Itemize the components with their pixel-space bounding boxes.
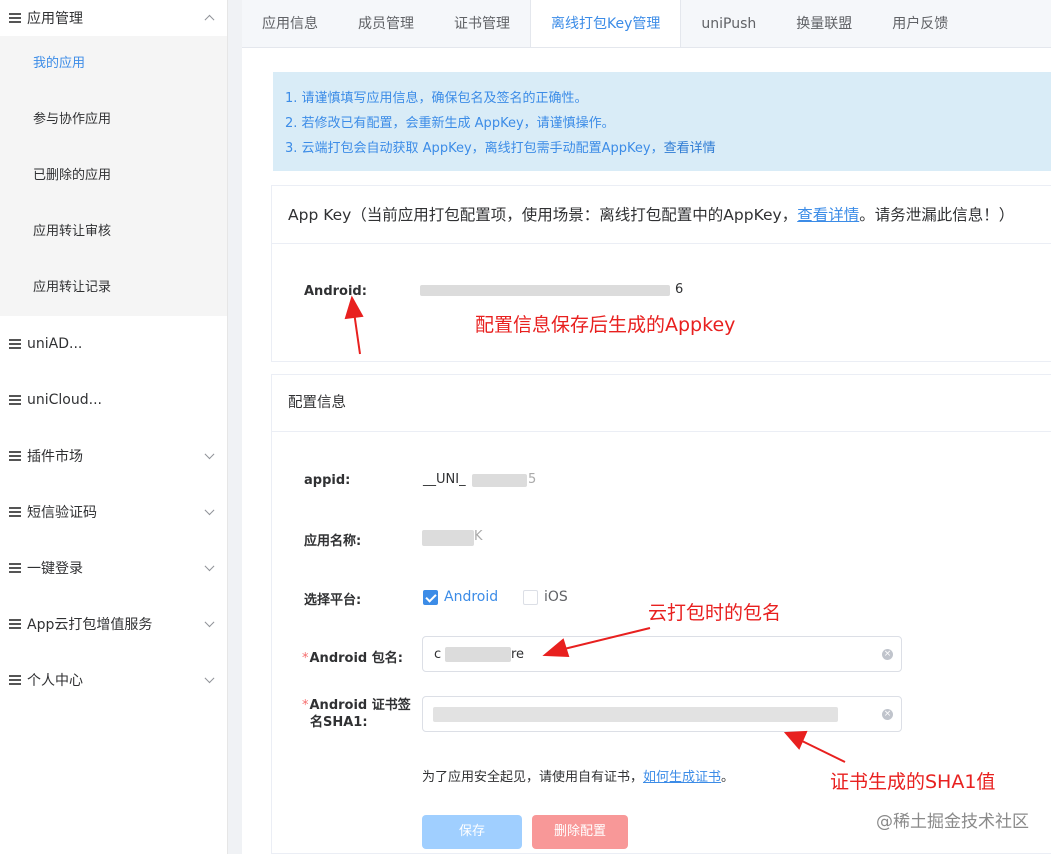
android-checkbox-label: Android: [444, 589, 499, 605]
notice-box: 1. 请谨慎填写应用信息，确保包名及签名的正确性。 2. 若修改已有配置，会重新…: [273, 72, 1051, 171]
config-card-header: 配置信息: [272, 375, 1051, 432]
menu-label: 插件市场: [27, 449, 83, 465]
tab-certificates[interactable]: 证书管理: [434, 0, 530, 47]
save-button[interactable]: 保存: [422, 815, 522, 849]
notice-line: 1. 请谨慎填写应用信息，确保包名及签名的正确性。: [285, 91, 588, 106]
chevron-down-icon: [204, 617, 215, 628]
sidebar-item-deleted-apps[interactable]: 已删除的应用: [0, 148, 227, 204]
sidebar-item-my-apps[interactable]: 我的应用: [0, 36, 227, 92]
menu-label: App云打包增值服务: [27, 617, 153, 633]
notice-line: 2. 若修改已有配置，会重新生成 AppKey，请谨慎操作。: [285, 116, 615, 131]
redacted-appid: [472, 474, 527, 487]
required-mark: *: [302, 698, 309, 713]
appid-label: appid:: [304, 473, 351, 488]
menu-label: 个人中心: [27, 673, 83, 689]
menu-icon: [9, 11, 21, 26]
how-to-generate-cert-link[interactable]: 如何生成证书: [643, 770, 721, 785]
annotation-sha1: 证书生成的SHA1值: [830, 771, 996, 793]
menu-icon: [9, 393, 21, 408]
menu-uniad[interactable]: uniAD...: [0, 316, 227, 372]
menu-icon: [9, 673, 21, 688]
redacted-appkey: [420, 285, 670, 296]
android-appkey-label: Android:: [304, 284, 367, 299]
tab-traffic-exchange[interactable]: 换量联盟: [776, 0, 872, 47]
required-mark: *: [302, 651, 309, 666]
menu-label: uniAD...: [27, 336, 83, 352]
redacted-sha1: [433, 707, 838, 722]
ios-checkbox[interactable]: iOS: [523, 589, 568, 605]
package-name-value-head: c: [434, 647, 442, 662]
sha1-input[interactable]: ×: [422, 696, 902, 732]
sidebar-item-transfer-records[interactable]: 应用转让记录: [0, 260, 227, 316]
clear-icon[interactable]: ×: [882, 709, 893, 720]
sidebar-item-collab-apps[interactable]: 参与协作应用: [0, 92, 227, 148]
menu-sms[interactable]: 短信验证码: [0, 484, 227, 540]
menu-unicloud[interactable]: uniCloud...: [0, 372, 227, 428]
app-name-label: 应用名称:: [304, 534, 362, 549]
menu-app-management[interactable]: 应用管理: [0, 0, 227, 36]
checkbox-unchecked-icon: [523, 589, 538, 605]
android-appkey-value-tail: 6: [675, 282, 684, 297]
menu-label: 短信验证码: [27, 505, 97, 521]
menu-icon: [9, 561, 21, 576]
redacted-app-name: [422, 530, 474, 546]
chevron-down-icon: [204, 673, 215, 684]
chevron-down-icon: [204, 561, 215, 572]
sidebar-item-transfer-review[interactable]: 应用转让审核: [0, 204, 227, 260]
certificate-hint: 为了应用安全起见，请使用自有证书，如何生成证书。: [422, 770, 735, 785]
platform-label: 选择平台:: [304, 593, 362, 608]
annotation-package: 云打包时的包名: [648, 602, 782, 624]
chevron-up-icon: [204, 14, 215, 25]
app-name-tail: K: [474, 529, 483, 544]
package-name-value-tail: re: [511, 647, 525, 662]
package-name-input[interactable]: c re ×: [422, 636, 902, 672]
tab-bar: 应用信息 成员管理 证书管理 离线打包Key管理 uniPush 换量联盟 用户…: [242, 0, 1051, 48]
chevron-down-icon: [204, 505, 215, 516]
menu-label: 一键登录: [27, 561, 83, 577]
chevron-down-icon: [204, 449, 215, 460]
tab-feedback[interactable]: 用户反馈: [872, 0, 968, 47]
tab-app-info[interactable]: 应用信息: [242, 0, 338, 47]
menu-plugin-market[interactable]: 插件市场: [0, 428, 227, 484]
redacted-package-name: [445, 647, 511, 662]
delete-config-button[interactable]: 删除配置: [532, 815, 628, 849]
notice-details-link[interactable]: 查看详情: [664, 141, 716, 156]
sidebar: 应用管理 我的应用 参与协作应用 已删除的应用 应用转让审核 应用转让记录 un…: [0, 0, 228, 854]
submenu-app-management: 我的应用 参与协作应用 已删除的应用 应用转让审核 应用转让记录: [0, 36, 227, 316]
appkey-details-link[interactable]: 查看详情: [797, 206, 859, 224]
ios-checkbox-label: iOS: [544, 589, 568, 605]
menu-label: 应用管理: [27, 11, 83, 27]
tab-unipush[interactable]: uniPush: [681, 0, 776, 47]
annotation-appkey: 配置信息保存后生成的Appkey: [475, 314, 736, 336]
sha1-label: *Android 证书签 名SHA1:: [302, 698, 411, 730]
tab-offline-key[interactable]: 离线打包Key管理: [530, 0, 682, 47]
watermark: @稀土掘金技术社区: [876, 812, 1029, 832]
appkey-card-header: App Key（当前应用打包配置项，使用场景：离线打包配置中的AppKey，查看…: [272, 186, 1051, 244]
menu-icon: [9, 617, 21, 632]
menu-icon: [9, 449, 21, 464]
notice-line: 3. 云端打包会自动获取 AppKey，离线打包需手动配置AppKey，查看详情: [285, 141, 716, 156]
android-checkbox[interactable]: Android: [423, 589, 498, 605]
menu-label: uniCloud...: [27, 392, 102, 408]
menu-cloud-packaging[interactable]: App云打包增值服务: [0, 596, 227, 652]
package-name-label: *Android 包名:: [302, 651, 403, 666]
menu-icon: [9, 337, 21, 352]
tab-members[interactable]: 成员管理: [338, 0, 434, 47]
appid-value: __UNI_: [423, 472, 466, 487]
checkbox-checked-icon: [423, 589, 438, 605]
main-panel: 应用信息 成员管理 证书管理 离线打包Key管理 uniPush 换量联盟 用户…: [242, 0, 1051, 854]
clear-icon[interactable]: ×: [882, 649, 893, 660]
menu-icon: [9, 505, 21, 520]
appid-value-tail: 5: [528, 472, 537, 487]
menu-one-click-login[interactable]: 一键登录: [0, 540, 227, 596]
menu-personal-center[interactable]: 个人中心: [0, 652, 227, 708]
